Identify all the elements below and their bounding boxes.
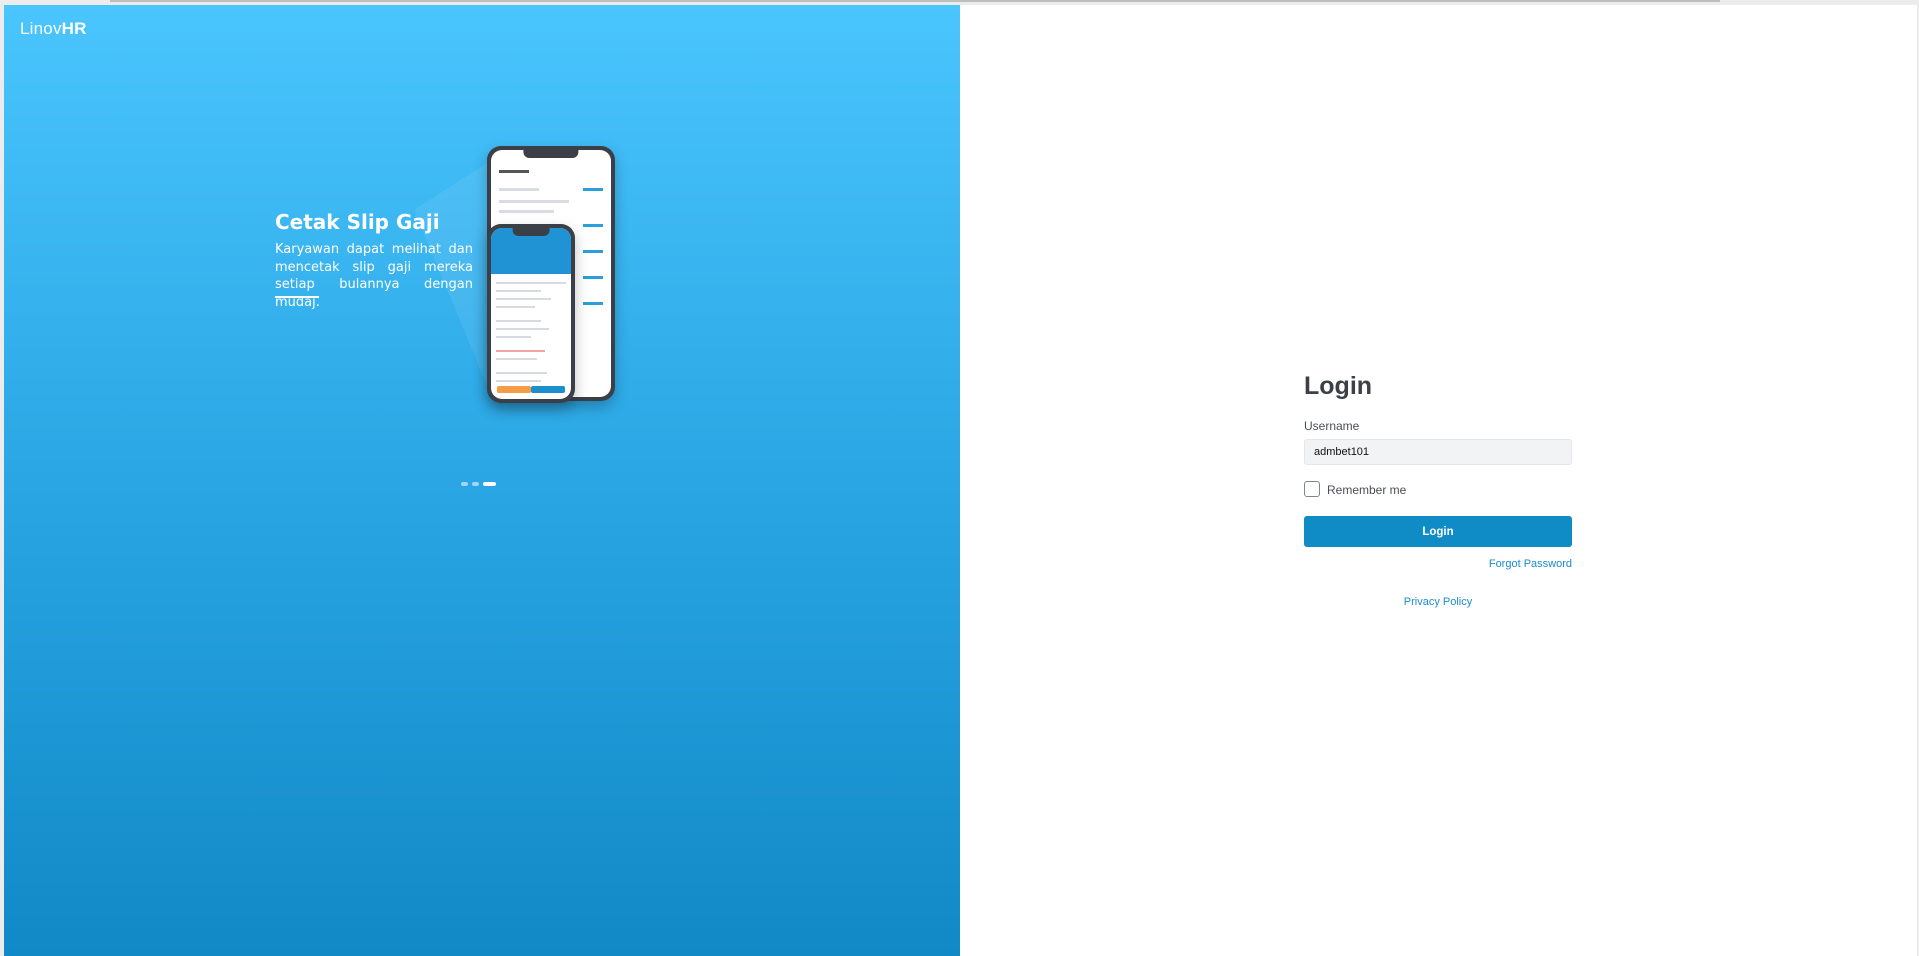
forgot-password-link[interactable]: Forgot Password <box>1489 558 1572 570</box>
remember-me-label[interactable]: Remember me <box>1327 483 1406 497</box>
carousel-dot-1[interactable] <box>461 482 468 486</box>
slide-description: Karyawan dapat melihat dan mencetak slip… <box>275 242 473 310</box>
username-input[interactable] <box>1304 439 1572 465</box>
slide-title-underline <box>275 296 319 298</box>
promo-panel: LinovHR Cetak Slip Gaji Karyawan dapat m… <box>4 5 960 956</box>
remember-me-checkbox[interactable] <box>1304 481 1320 497</box>
phone-light-beam <box>414 163 492 390</box>
carousel-dot-3-active[interactable] <box>483 482 496 486</box>
login-page: LinovHR Cetak Slip Gaji Karyawan dapat m… <box>4 5 1917 956</box>
login-button[interactable]: Login <box>1304 516 1572 547</box>
login-title: Login <box>1304 372 1373 400</box>
carousel-dot-2[interactable] <box>472 482 479 486</box>
slide-title: Cetak Slip Gaji <box>275 210 440 234</box>
username-label: Username <box>1304 419 1360 433</box>
browser-top-line <box>110 0 1720 2</box>
privacy-policy-link[interactable]: Privacy Policy <box>1304 596 1572 608</box>
phone-illustration-front <box>487 224 575 403</box>
